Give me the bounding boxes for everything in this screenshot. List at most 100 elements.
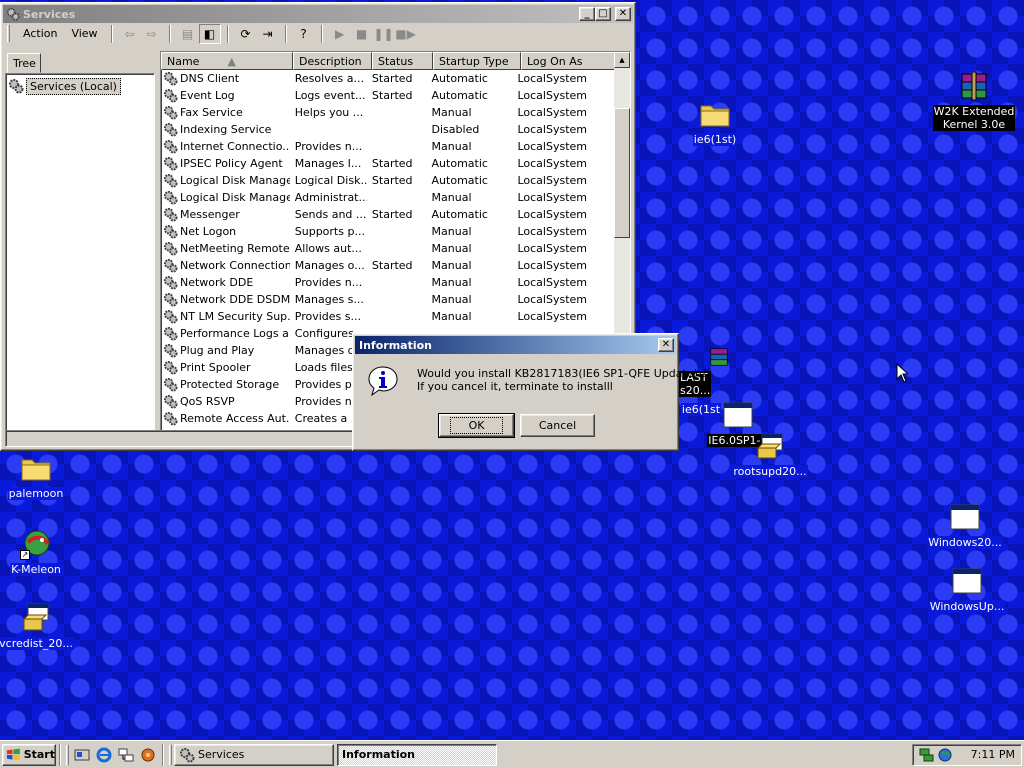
system-tray: 7:11 PM: [912, 743, 1022, 766]
table-row[interactable]: IPSEC Policy Agent Manages I... Started Aut…: [161, 155, 614, 172]
service-gear-icon: [163, 309, 178, 324]
back-arrow-icon[interactable]: ⇦: [119, 24, 141, 44]
network-icon[interactable]: [115, 744, 137, 766]
service-description-cell: Administrat...: [294, 191, 367, 204]
show-tree-icon[interactable]: ◧: [198, 23, 221, 44]
table-row[interactable]: NetMeeting Remote... Allows aut... Manual L…: [161, 240, 614, 257]
task-button-services[interactable]: Services: [174, 743, 334, 766]
column-header-description[interactable]: Description: [293, 52, 372, 70]
information-dialog[interactable]: Information ✕ Would you install KB281718…: [352, 333, 707, 451]
service-logon-cell: LocalSystem: [517, 259, 587, 272]
service-description-cell: Provides s...: [294, 310, 361, 323]
desktop-icon-windowsup[interactable]: WindowsUp...: [928, 565, 1006, 613]
start-button[interactable]: Start: [2, 743, 56, 766]
menu-view[interactable]: View: [64, 25, 104, 42]
table-row[interactable]: DNS Client Resolves a... Started Automatic L…: [161, 70, 614, 87]
start-service-icon[interactable]: ▶: [329, 24, 351, 44]
service-name-cell: Remote Access Aut...: [161, 411, 290, 426]
table-row[interactable]: Logical Disk Manage... Administrat... Manu…: [161, 189, 614, 206]
tree-pane: Tree Services (Local): [5, 51, 155, 431]
tree-node-services-local[interactable]: Services (Local): [8, 77, 152, 95]
table-row[interactable]: Network DDE DSDM Manages s... Manual LocalS…: [161, 291, 614, 308]
task-button-information[interactable]: Information: [337, 743, 497, 766]
service-startup-cell: Manual: [431, 242, 472, 255]
column-header-status[interactable]: Status: [372, 52, 433, 70]
menu-action[interactable]: Action: [16, 25, 64, 42]
show-desktop-icon[interactable]: [71, 744, 93, 766]
table-row[interactable]: NT LM Security Sup... Provides s... Manual…: [161, 308, 614, 325]
scroll-thumb[interactable]: [614, 108, 630, 238]
media-player-icon[interactable]: [137, 744, 159, 766]
service-logon-cell: LocalSystem: [517, 293, 587, 306]
services-title: Services: [23, 7, 76, 21]
winrar-archive-icon: [958, 70, 990, 102]
scroll-up-icon[interactable]: ▲: [614, 52, 630, 68]
maximize-button[interactable]: □: [595, 7, 611, 21]
table-row[interactable]: Internet Connectio... Provides n... Manual…: [161, 138, 614, 155]
column-header-startup[interactable]: Startup Type: [433, 52, 521, 70]
desktop-icon-rootsupd[interactable]: rootsupd20...: [732, 430, 808, 478]
menu-toolbar: Action View ⇦ ⇨ ▤ ◧ ⟳ ⇥ ? ▶ ■ ❚❚ ■▶: [3, 23, 633, 44]
clock: 7:11 PM: [970, 748, 1015, 761]
service-description-cell: Helps you ...: [294, 106, 364, 119]
desktop-icon-kmeleon[interactable]: ↗ K-Meleon: [0, 528, 74, 576]
service-logon-cell: LocalSystem: [517, 72, 587, 85]
table-row[interactable]: Fax Service Helps you ... Manual LocalSyste…: [161, 104, 614, 121]
table-row[interactable]: Messenger Sends and ... Started Automatic Lo…: [161, 206, 614, 223]
services-gear-icon: [180, 747, 195, 762]
service-name-cell: NetMeeting Remote...: [161, 241, 290, 256]
restart-service-icon[interactable]: ■▶: [395, 24, 417, 44]
installer-package-icon: [754, 430, 786, 462]
desktop-icon-w2k-kernel[interactable]: W2K Extended Kernel 3.0e: [932, 70, 1016, 131]
service-gear-icon: [163, 105, 178, 120]
globe-tray-icon[interactable]: [937, 747, 953, 763]
service-startup-cell: Manual: [431, 191, 472, 204]
service-gear-icon: [163, 411, 178, 426]
service-logon-cell: LocalSystem: [517, 157, 587, 170]
dialog-titlebar[interactable]: Information ✕: [355, 336, 676, 354]
up-level-icon[interactable]: ▤: [177, 24, 199, 44]
table-row[interactable]: Indexing Service Disabled LocalSystem: [161, 121, 614, 138]
service-status-cell: Started: [371, 259, 413, 272]
service-startup-cell: Automatic: [431, 208, 488, 221]
table-row[interactable]: Event Log Logs event... Started Automatic Lo…: [161, 87, 614, 104]
export-list-icon[interactable]: ⇥: [257, 24, 279, 44]
service-logon-cell: LocalSystem: [517, 225, 587, 238]
desktop-icon-palemoon[interactable]: palemoon: [0, 452, 74, 500]
service-gear-icon: [163, 377, 178, 392]
column-header-name[interactable]: Name ▲: [161, 52, 293, 70]
refresh-icon[interactable]: ⟳: [235, 24, 257, 44]
pause-service-icon[interactable]: ❚❚: [373, 24, 395, 44]
internet-explorer-icon[interactable]: [93, 744, 115, 766]
forward-arrow-icon[interactable]: ⇨: [141, 24, 163, 44]
minimize-button[interactable]: _: [579, 7, 595, 21]
network-tray-icon[interactable]: [919, 747, 935, 763]
table-row[interactable]: Network DDE Provides n... Manual LocalSyste…: [161, 274, 614, 291]
service-startup-cell: Disabled: [431, 123, 480, 136]
windows-logo-icon: [6, 748, 20, 761]
service-status-cell: Started: [371, 208, 413, 221]
dialog-close-button[interactable]: ✕: [658, 338, 674, 352]
desktop-icon-ie6-folder[interactable]: ie6(1st): [677, 98, 753, 146]
help-icon[interactable]: ?: [293, 24, 315, 44]
service-gear-icon: [163, 88, 178, 103]
desktop-icon-windows20[interactable]: Windows20...: [927, 501, 1003, 549]
column-header-logon[interactable]: Log On As: [521, 52, 625, 70]
services-titlebar[interactable]: Services _ □ ✕: [3, 5, 633, 23]
service-description-cell: Provides n...: [294, 140, 363, 153]
table-row[interactable]: Logical Disk Manager Logical Disk... Start…: [161, 172, 614, 189]
service-logon-cell: LocalSystem: [517, 140, 587, 153]
kmeleon-browser-icon: ↗: [20, 528, 52, 560]
desktop-icon-vcredist[interactable]: vcredist_20...: [0, 602, 74, 650]
stop-service-icon[interactable]: ■: [351, 24, 373, 44]
table-row[interactable]: Net Logon Supports p... Manual LocalSystem: [161, 223, 614, 240]
table-row[interactable]: Network Connections Manages o... Started Ma…: [161, 257, 614, 274]
close-button[interactable]: ✕: [615, 7, 631, 21]
service-gear-icon: [163, 173, 178, 188]
ok-button[interactable]: OK: [438, 413, 515, 438]
service-name-cell: NT LM Security Sup...: [161, 309, 290, 324]
service-logon-cell: LocalSystem: [517, 276, 587, 289]
service-name-cell: Logical Disk Manager: [161, 173, 290, 188]
tab-tree[interactable]: Tree: [7, 53, 41, 73]
cancel-button[interactable]: Cancel: [520, 414, 595, 437]
